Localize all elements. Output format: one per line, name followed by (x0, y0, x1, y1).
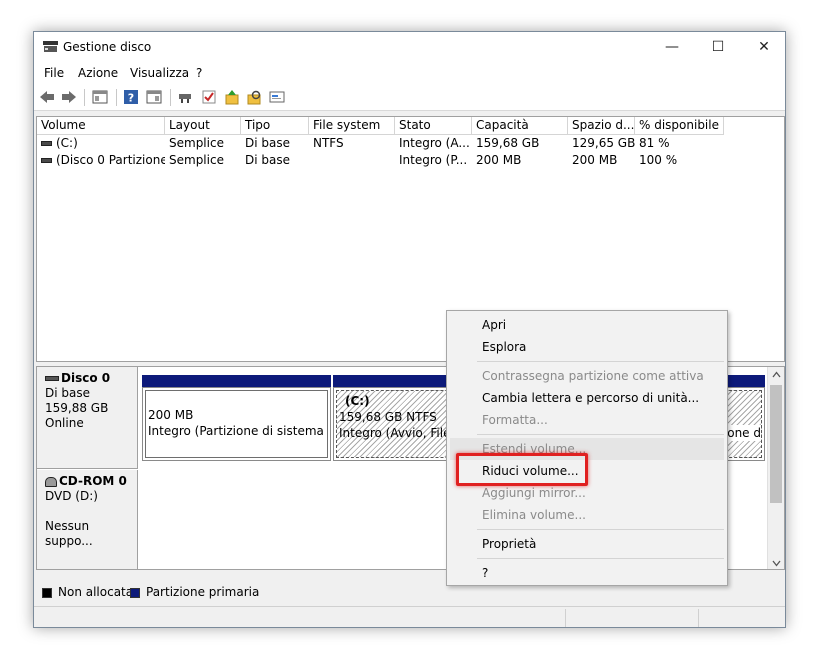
menu-item-mark-active[interactable]: Contrassegna partizione come attiva (450, 365, 724, 387)
legend-swatch-primary (130, 588, 140, 598)
table-row[interactable]: (C:) (37, 135, 165, 151)
toolbar-separator (170, 89, 171, 106)
menu-item-apri[interactable]: Apri (450, 314, 724, 336)
title-bar: Gestione disco — ☐ ✕ (34, 32, 785, 62)
menu-item-delete-volume[interactable]: Elimina volume... (450, 504, 724, 526)
cdrom-0-label[interactable]: CD-ROM 0 DVD (D:) Nessun suppo... (37, 470, 138, 569)
disk-status: Online (45, 416, 84, 430)
disk-size: 159,88 GB (45, 401, 109, 415)
column-capacita[interactable]: Capacità (472, 117, 568, 135)
column-percent-disponibile[interactable]: % disponibile (635, 117, 724, 135)
cell-layout: Semplice (169, 136, 224, 150)
cell-tipo: Di base (245, 136, 290, 150)
close-button[interactable]: ✕ (741, 32, 785, 62)
disk-type: DVD (D:) (45, 489, 98, 503)
menu-separator (477, 361, 724, 362)
cell-file-system: NTFS (313, 136, 344, 150)
cell-layout: Semplice (169, 153, 224, 167)
shrink-volume-highlight (456, 453, 588, 486)
context-menu: Apri Esplora Contrassegna partizione com… (446, 310, 728, 586)
partition-status-tail: one d (727, 425, 761, 441)
window-title: Gestione disco (63, 40, 152, 54)
cell-capacita: 200 MB (476, 153, 522, 167)
vertical-scrollbar[interactable] (767, 367, 784, 569)
disk-type: Di base (45, 386, 90, 400)
search-icon[interactable] (246, 89, 262, 105)
svg-text:?: ? (128, 92, 134, 105)
cell-percent: 81 % (639, 136, 670, 150)
console-tree-icon[interactable] (92, 89, 108, 105)
status-divider (698, 609, 699, 627)
disk-name: Disco 0 (61, 371, 111, 385)
partition-status: Integro (Partizione di sistema EFI) (148, 424, 327, 438)
column-tipo[interactable]: Tipo (241, 117, 309, 135)
toolbar-separator (84, 89, 85, 106)
menu-item-help[interactable]: ? (450, 562, 724, 584)
properties-icon[interactable] (146, 89, 162, 105)
minimize-button[interactable]: — (649, 32, 695, 62)
menu-visualizza[interactable]: Visualizza (130, 66, 189, 80)
cell-tipo: Di base (245, 153, 290, 167)
menu-azione[interactable]: Azione (78, 66, 118, 80)
disk-management-app-icon (43, 41, 58, 52)
scrollbar-thumb[interactable] (770, 385, 782, 503)
table-row[interactable]: (Disco 0 Partizione... (37, 152, 165, 168)
cell-spazio: 129,65 GB (572, 136, 635, 150)
check-icon[interactable] (201, 89, 217, 105)
cell-stato: Integro (P... (399, 153, 468, 167)
menu-separator (477, 529, 724, 530)
column-spazio-disponibile[interactable]: Spazio d... (568, 117, 635, 135)
legend-unallocated: Non allocata (58, 585, 134, 599)
legend-swatch-unallocated (42, 588, 52, 598)
cd-drive-icon (45, 476, 57, 487)
menu-item-esplora[interactable]: Esplora (450, 336, 724, 358)
drive-icon (41, 158, 52, 163)
menu-separator (477, 558, 724, 559)
menu-bar: File Azione Visualizza ? (34, 62, 785, 84)
connect-icon[interactable] (177, 89, 193, 105)
refresh-icon[interactable] (269, 89, 285, 105)
column-volume[interactable]: Volume (37, 117, 165, 135)
maximize-button[interactable]: ☐ (695, 32, 741, 62)
volume-name: (C:) (56, 136, 78, 150)
volume-name: (Disco 0 Partizione... (56, 153, 165, 167)
disk-status: Nessun suppo... (45, 519, 93, 548)
scroll-up-icon[interactable] (772, 371, 781, 378)
forward-arrow-icon[interactable] (61, 89, 77, 105)
column-stato[interactable]: Stato (395, 117, 472, 135)
column-layout[interactable]: Layout (165, 117, 241, 135)
partition-efi-inner: 200 MB Integro (Partizione di sistema EF… (145, 390, 328, 458)
disk-0-label[interactable]: Disco 0 Di base 159,88 GB Online (37, 367, 138, 469)
legend-primary: Partizione primaria (146, 585, 260, 599)
menu-separator (477, 434, 724, 435)
column-file-system[interactable]: File system (309, 117, 395, 135)
cell-capacita: 159,68 GB (476, 136, 540, 150)
drive-icon (41, 141, 52, 146)
disk-name: CD-ROM 0 (59, 474, 127, 488)
toolbar-separator (116, 89, 117, 106)
status-bar (34, 606, 785, 627)
cell-file-system (309, 152, 395, 168)
partition-size: 200 MB (148, 408, 194, 422)
help-icon[interactable]: ? (123, 89, 139, 105)
partition-efi[interactable]: 200 MB Integro (Partizione di sistema EF… (142, 387, 331, 461)
toolbar: ? (34, 84, 785, 111)
back-arrow-icon[interactable] (39, 89, 55, 105)
menu-item-properties[interactable]: Proprietà (450, 533, 724, 555)
menu-help[interactable]: ? (196, 66, 202, 80)
menu-item-change-drive-letter[interactable]: Cambia lettera e percorso di unità... (450, 387, 724, 409)
hard-disk-icon (45, 376, 59, 381)
cell-stato: Integro (A... (399, 136, 470, 150)
cell-percent: 100 % (639, 153, 678, 167)
status-divider (565, 609, 566, 627)
menu-item-format[interactable]: Formatta... (450, 409, 724, 431)
menu-file[interactable]: File (44, 66, 64, 80)
scroll-down-icon[interactable] (772, 560, 781, 567)
cell-spazio: 200 MB (572, 153, 618, 167)
partition-primary-band (142, 375, 331, 387)
up-icon[interactable] (224, 89, 240, 105)
